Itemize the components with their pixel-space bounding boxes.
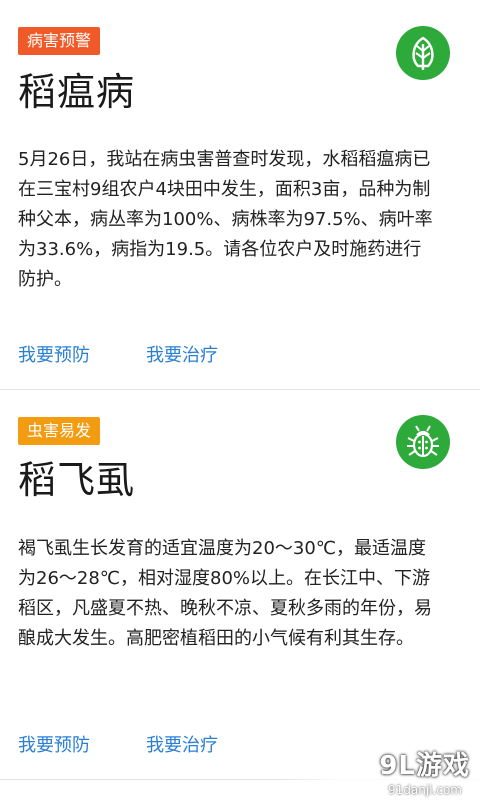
alert-badge: 虫害易发 [18, 417, 101, 445]
watermark: 9L游戏 91danji.com [280, 742, 480, 800]
pest-card-planthopper[interactable]: 虫害易发 稻飞虱 褐飞虱生长发育的适宜温度为20～30℃，最适温度为26～28℃… [0, 390, 480, 779]
leaf-icon [396, 26, 450, 80]
prevent-link[interactable]: 我要预防 [18, 731, 146, 757]
card-actions: 我要预防 我要治疗 [18, 731, 274, 757]
card-title: 稻飞虱 [18, 458, 136, 502]
watermark-logo: 9L游戏 [379, 751, 470, 781]
pest-card-rice-blast[interactable]: 病害预警 稻瘟病 5月26日，我站在病虫害普查时发现，水稻稻瘟病已在三宝村9组农… [0, 0, 480, 389]
alert-badge: 病害预警 [18, 27, 101, 55]
card-title: 稻瘟病 [18, 70, 136, 114]
card-description: 褐飞虱生长发育的适宜温度为20～30℃，最适温度为26～28℃，相对湿度80%以… [18, 538, 432, 649]
card-actions: 我要预防 我要治疗 [18, 341, 274, 367]
prevent-link[interactable]: 我要预防 [18, 341, 146, 367]
page: 病害预警 稻瘟病 5月26日，我站在病虫害普查时发现，水稻稻瘟病已在三宝村9组农… [0, 0, 480, 800]
watermark-url: 91danji.com [388, 783, 462, 797]
card-description: 5月26日，我站在病虫害普查时发现，水稻稻瘟病已在三宝村9组农户4块田中发生，面… [18, 149, 433, 290]
treat-link[interactable]: 我要治疗 [146, 731, 274, 757]
treat-link[interactable]: 我要治疗 [146, 341, 274, 367]
bug-icon [396, 415, 450, 469]
